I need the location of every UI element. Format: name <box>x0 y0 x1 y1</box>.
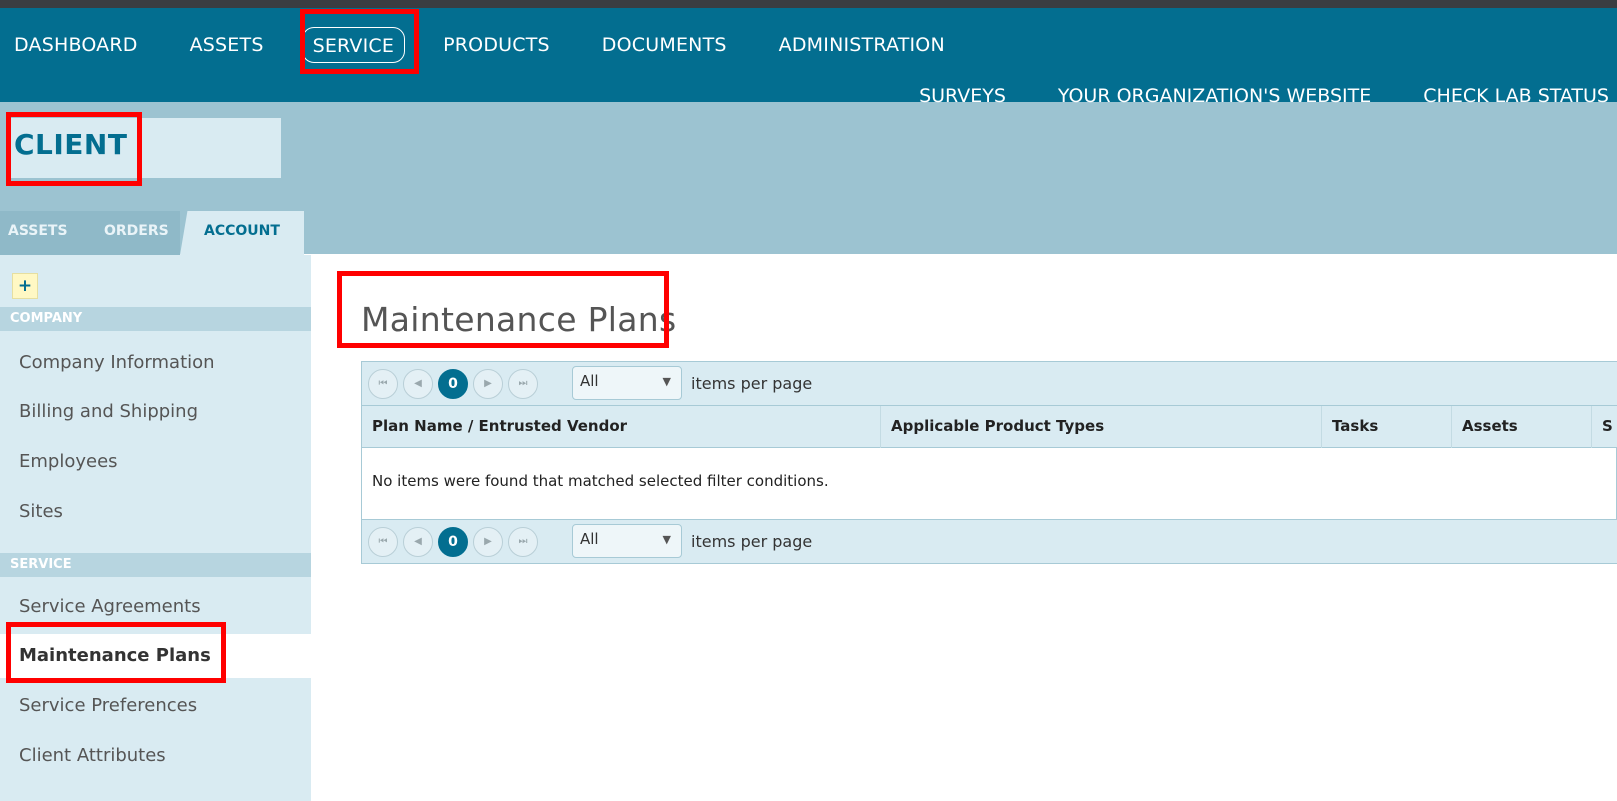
page-size-select[interactable]: All ▼ <box>572 524 682 558</box>
next-page-icon[interactable]: ▶ <box>473 369 503 399</box>
main-nav: DASHBOARD ASSETS SERVICE PRODUCTS DOCUME… <box>0 26 983 64</box>
page-size-value: All <box>580 372 599 390</box>
add-button[interactable]: + <box>12 273 38 299</box>
nav-documents[interactable]: DOCUMENTS <box>588 27 741 63</box>
sidebar-item-client-attributes[interactable]: Client Attributes <box>0 734 311 778</box>
empty-grid-message: No items were found that matched selecte… <box>372 472 829 490</box>
grid-pager-bottom: ⏮ ◀ 0 ▶ ⏭ All ▼ items per page <box>362 519 1617 563</box>
highlight-box-page-title <box>337 271 669 348</box>
client-tabs: ASSETS ORDERS ACCOUNT <box>0 211 304 255</box>
page-size-value: All <box>580 530 599 548</box>
grid-header: Plan Name / Entrusted Vendor Applicable … <box>362 406 1617 448</box>
nav-assets[interactable]: ASSETS <box>176 27 278 63</box>
sidebar-section-company: COMPANY <box>0 307 311 331</box>
sidebar-item-employees[interactable]: Employees <box>0 440 311 484</box>
subnav-check-lab-status[interactable]: CHECK LAB STATUS <box>1423 84 1609 106</box>
highlight-box-client <box>6 112 142 186</box>
first-page-icon[interactable]: ⏮ <box>368 527 398 557</box>
items-per-page-label: items per page <box>691 374 813 393</box>
column-assets[interactable]: Assets <box>1452 406 1592 448</box>
tab-orders[interactable]: ORDERS <box>84 211 180 255</box>
secondary-nav: SURVEYS YOUR ORGANIZATION'S WEBSITE CHEC… <box>867 84 1609 106</box>
nav-dashboard[interactable]: DASHBOARD <box>0 27 152 63</box>
column-s[interactable]: S <box>1592 406 1617 448</box>
prev-page-icon[interactable]: ◀ <box>403 527 433 557</box>
sidebar-item-service-preferences[interactable]: Service Preferences <box>0 684 311 728</box>
highlight-box-maintenance-plans <box>6 622 226 683</box>
current-page-button[interactable]: 0 <box>438 369 468 399</box>
grid-pager-top: ⏮ ◀ 0 ▶ ⏭ All ▼ items per page <box>362 362 1617 406</box>
last-page-icon[interactable]: ⏭ <box>508 369 538 399</box>
page-size-select[interactable]: All ▼ <box>572 366 682 400</box>
sidebar-section-service: SERVICE <box>0 553 311 577</box>
highlight-box-service <box>300 9 419 74</box>
maintenance-plans-grid: ⏮ ◀ 0 ▶ ⏭ All ▼ items per page Plan Name… <box>361 361 1617 564</box>
last-page-icon[interactable]: ⏭ <box>508 527 538 557</box>
subnav-organization-website[interactable]: YOUR ORGANIZATION'S WEBSITE <box>1058 84 1371 106</box>
current-page-button[interactable]: 0 <box>438 527 468 557</box>
sidebar-item-company-information[interactable]: Company Information <box>0 341 311 385</box>
sidebar-item-billing-and-shipping[interactable]: Billing and Shipping <box>0 390 311 434</box>
column-applicable-product-types[interactable]: Applicable Product Types <box>881 406 1322 448</box>
next-page-icon[interactable]: ▶ <box>473 527 503 557</box>
first-page-icon[interactable]: ⏮ <box>368 369 398 399</box>
prev-page-icon[interactable]: ◀ <box>403 369 433 399</box>
items-per-page-label: items per page <box>691 532 813 551</box>
column-tasks[interactable]: Tasks <box>1322 406 1452 448</box>
tab-assets[interactable]: ASSETS <box>0 211 84 255</box>
window-top-strip <box>0 0 1617 8</box>
tab-account[interactable]: ACCOUNT <box>180 211 304 255</box>
nav-products[interactable]: PRODUCTS <box>429 27 564 63</box>
sidebar-item-sites[interactable]: Sites <box>0 490 311 534</box>
subnav-surveys[interactable]: SURVEYS <box>919 84 1006 106</box>
nav-administration[interactable]: ADMINISTRATION <box>765 27 959 63</box>
column-plan-name[interactable]: Plan Name / Entrusted Vendor <box>362 406 881 448</box>
chevron-down-icon: ▼ <box>662 533 671 546</box>
chevron-down-icon: ▼ <box>662 375 671 388</box>
